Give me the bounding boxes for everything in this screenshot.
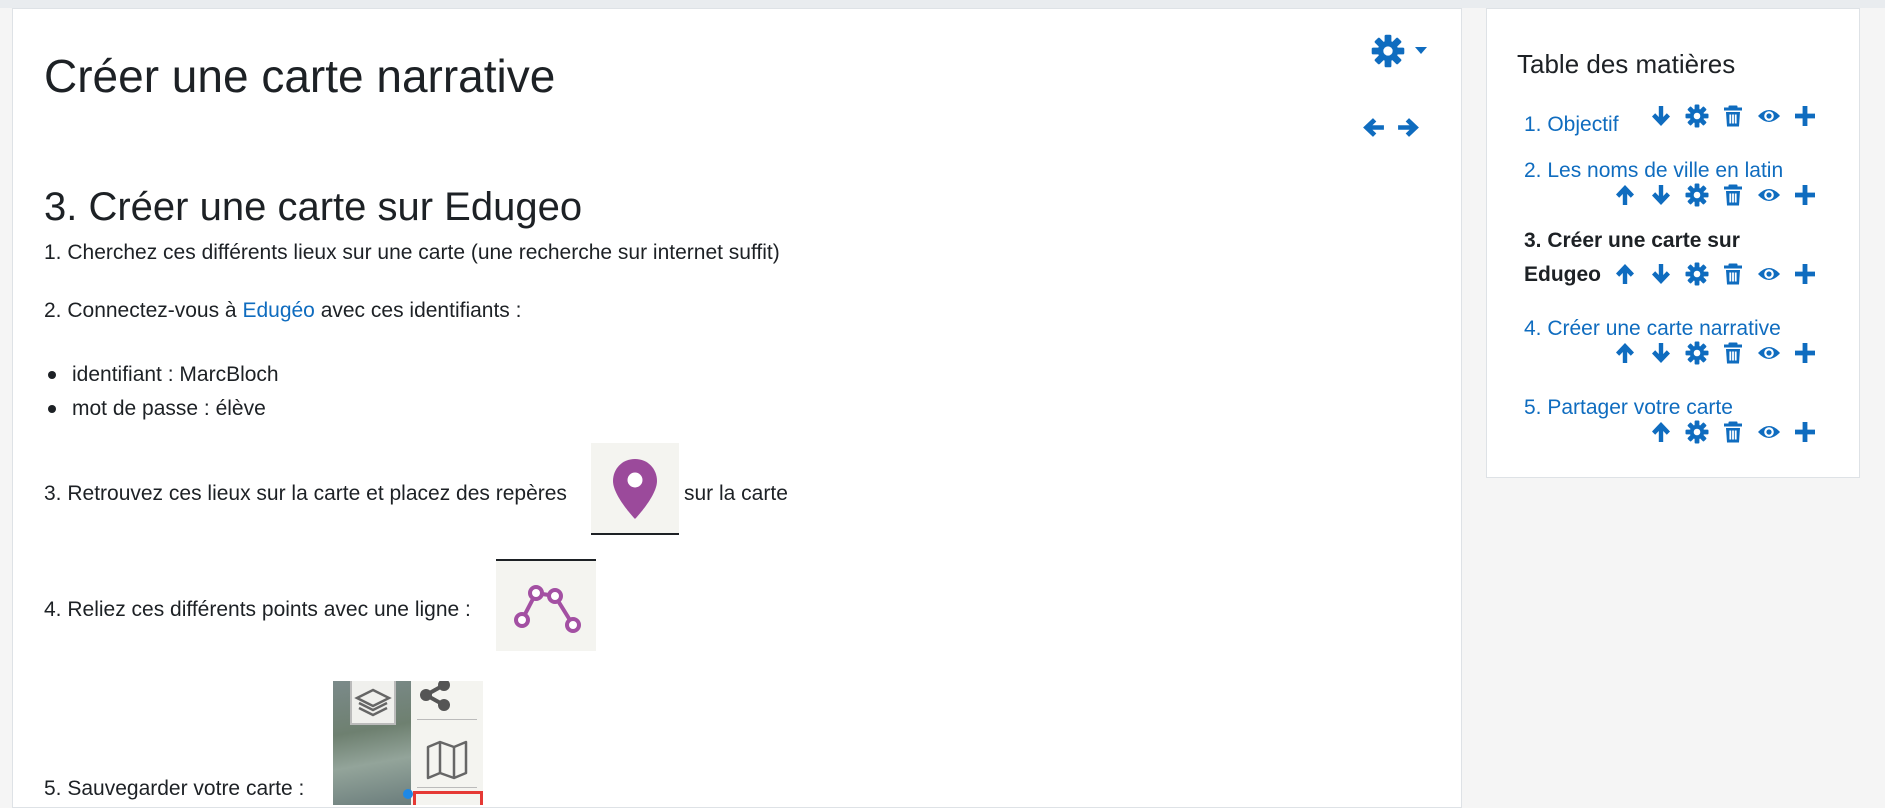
save-button-highlight <box>413 791 483 805</box>
top-band <box>0 0 1885 8</box>
save-map-screenshot <box>333 681 483 805</box>
arrow-down-icon[interactable] <box>1649 183 1673 207</box>
step-4-text: 4. Reliez ces différents points avec une… <box>44 598 471 621</box>
plus-icon[interactable] <box>1793 183 1817 207</box>
list-item: identifiant : MarcBloch <box>44 363 279 387</box>
step-2-suffix: avec ces identifiants : <box>314 299 522 322</box>
bullet-text: mot de passe : élève <box>72 397 266 420</box>
toc-item-actions <box>1613 341 1817 365</box>
arrow-up-icon[interactable] <box>1649 420 1673 444</box>
arrow-left-icon[interactable] <box>1361 115 1386 140</box>
share-icon <box>420 681 450 711</box>
step-3-suffix: sur la carte <box>684 482 788 505</box>
toc-item-carte-narrative[interactable]: 4. Créer une carte narrative <box>1524 317 1781 341</box>
divider <box>417 719 477 720</box>
plus-icon[interactable] <box>1793 420 1817 444</box>
divider <box>417 787 477 788</box>
eye-icon[interactable] <box>1757 341 1781 365</box>
map-pin-icon <box>613 459 657 519</box>
layers-button <box>350 681 396 725</box>
toc-item-actions <box>1613 262 1817 286</box>
marker-tool-image <box>591 443 679 535</box>
list-item: mot de passe : élève <box>44 397 266 421</box>
eye-icon[interactable] <box>1757 183 1781 207</box>
step-1-text: 1. Cherchez ces différents lieux sur une… <box>44 241 780 264</box>
arrow-right-icon[interactable] <box>1396 115 1421 140</box>
toc-title: Table des matières <box>1517 49 1736 79</box>
plus-icon[interactable] <box>1793 341 1817 365</box>
toc-item-actions <box>1613 183 1817 207</box>
main-content: Créer une carte narrative 3. Créer une c… <box>12 8 1462 808</box>
eye-icon[interactable] <box>1757 420 1781 444</box>
step-2-text: 2. Connectez-vous à Edugéo avec ces iden… <box>44 299 521 323</box>
caret-down-icon[interactable] <box>1415 47 1427 55</box>
trash-icon[interactable] <box>1721 104 1745 128</box>
chapter-navigation <box>1361 115 1421 140</box>
arrow-down-icon[interactable] <box>1649 341 1673 365</box>
gear-icon[interactable] <box>1685 262 1709 286</box>
toc-item-current-line2: Edugeo <box>1524 263 1601 286</box>
arrow-up-icon[interactable] <box>1613 262 1637 286</box>
bullet-text: identifiant : MarcBloch <box>72 363 279 386</box>
polyline-icon <box>514 585 581 633</box>
plus-icon[interactable] <box>1793 104 1817 128</box>
gear-icon[interactable] <box>1685 420 1709 444</box>
arrow-down-icon[interactable] <box>1649 104 1673 128</box>
chapter-title: 3. Créer une carte sur Edugeo <box>44 185 583 229</box>
arrow-up-icon[interactable] <box>1613 183 1637 207</box>
bullet-dot <box>48 405 56 413</box>
step-2-prefix: 2. Connectez-vous à <box>44 299 243 322</box>
toc-item-actions <box>1649 104 1817 128</box>
gear-icon[interactable] <box>1685 104 1709 128</box>
eye-icon[interactable] <box>1757 262 1781 286</box>
bullet-dot <box>48 371 56 379</box>
trash-icon[interactable] <box>1721 420 1745 444</box>
edugeo-link[interactable]: Edugéo <box>242 299 314 322</box>
gear-icon[interactable] <box>1685 341 1709 365</box>
gear-icon[interactable] <box>1371 34 1405 68</box>
layers-icon <box>354 688 392 717</box>
map-marker-dot <box>403 789 413 799</box>
eye-icon[interactable] <box>1757 104 1781 128</box>
step-3-text: 3. Retrouvez ces lieux sur la carte et p… <box>44 482 567 505</box>
toc-item-objectif[interactable]: 1. Objectif <box>1524 113 1619 137</box>
trash-icon[interactable] <box>1721 183 1745 207</box>
toc-item-actions <box>1649 420 1817 444</box>
step-5-text: 5. Sauvegarder votre carte : <box>44 777 305 800</box>
page-actions-menu[interactable] <box>1371 34 1427 68</box>
toc-item-noms-de-ville[interactable]: 2. Les noms de ville en latin <box>1524 159 1783 183</box>
toc-item-current-line1: 3. Créer une carte sur <box>1524 229 1740 252</box>
gear-icon[interactable] <box>1685 183 1709 207</box>
arrow-down-icon[interactable] <box>1649 262 1673 286</box>
trash-icon[interactable] <box>1721 262 1745 286</box>
toc-item-partager[interactable]: 5. Partager votre carte <box>1524 396 1733 420</box>
arrow-up-icon[interactable] <box>1613 341 1637 365</box>
table-of-contents: Table des matières 1. Objectif 2. Les no… <box>1486 8 1860 478</box>
plus-icon[interactable] <box>1793 262 1817 286</box>
trash-icon[interactable] <box>1721 341 1745 365</box>
map-icon <box>426 740 468 780</box>
polyline-tool-image <box>496 559 596 651</box>
page-title: Créer une carte narrative <box>44 50 556 102</box>
